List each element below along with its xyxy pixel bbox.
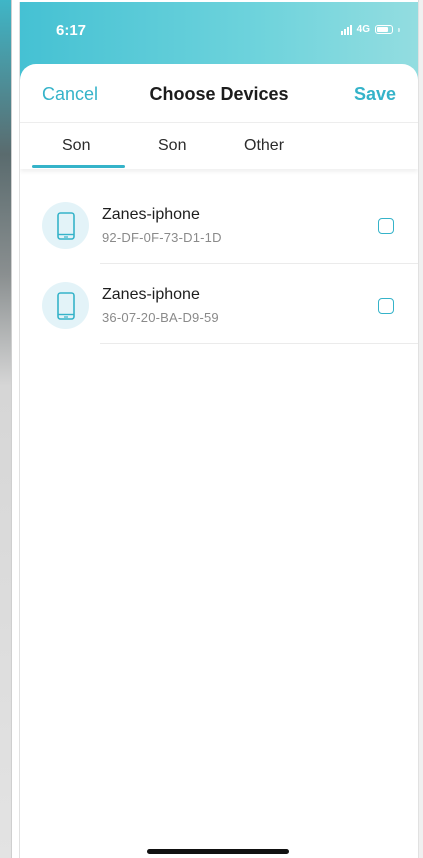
choose-devices-sheet: Cancel Choose Devices Save Son Son Other: [20, 64, 418, 858]
background-app-sliver: [0, 0, 12, 858]
network-type: 4G: [356, 24, 370, 35]
active-tab-indicator: [32, 165, 125, 168]
device-row[interactable]: Zanes-iphone 92-DF-0F-73-D1-1D: [20, 184, 418, 264]
signal-bars-icon: [340, 24, 352, 35]
phone-screen: 6:17 4G Cancel Choose Devices Save Son S…: [19, 2, 419, 858]
profile-tabs: Son Son Other: [20, 123, 418, 169]
row-divider: [100, 343, 418, 344]
tab-son-1[interactable]: Son: [62, 137, 90, 155]
device-checkbox[interactable]: [378, 298, 394, 314]
battery-tip: [398, 27, 400, 32]
tab-son-2[interactable]: Son: [158, 137, 186, 155]
device-mac-address: 36-07-20-BA-D9-59: [102, 310, 219, 325]
device-checkbox[interactable]: [378, 218, 394, 234]
tab-other[interactable]: Other: [244, 137, 284, 155]
status-time: 6:17: [56, 22, 87, 39]
battery-icon: [375, 25, 393, 34]
device-row[interactable]: Zanes-iphone 36-07-20-BA-D9-59: [20, 264, 418, 344]
device-mac-address: 92-DF-0F-73-D1-1D: [102, 230, 222, 245]
sheet-header: Cancel Choose Devices Save: [20, 64, 418, 123]
phone-icon: [42, 282, 89, 329]
save-button[interactable]: Save: [354, 84, 396, 105]
device-name: Zanes-iphone: [102, 206, 200, 223]
home-indicator[interactable]: [147, 849, 289, 854]
phone-icon: [42, 202, 89, 249]
screen: 6:17 4G Cancel Choose Devices Save Son S…: [0, 0, 423, 858]
device-name: Zanes-iphone: [102, 286, 200, 303]
status-indicators: 4G: [340, 24, 400, 35]
device-list: Zanes-iphone 92-DF-0F-73-D1-1D Zanes-iph…: [20, 184, 418, 344]
